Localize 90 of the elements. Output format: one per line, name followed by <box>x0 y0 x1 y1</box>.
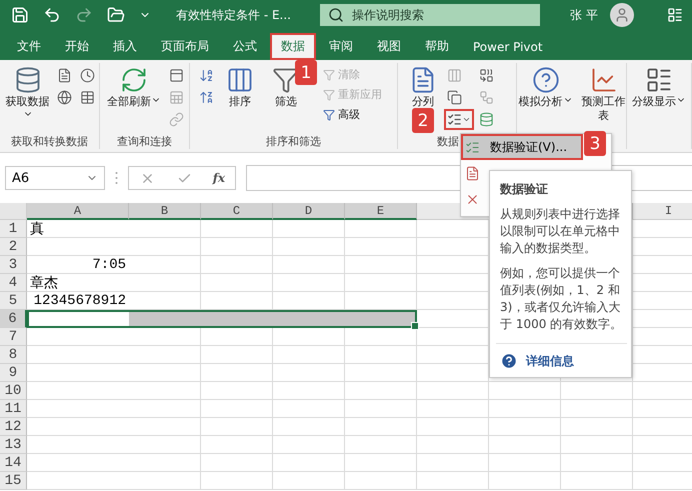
window-title: 有效性特定条件 - E... <box>176 6 292 24</box>
data-validation-button[interactable] <box>446 111 472 128</box>
ribbon-tab[interactable]: Power Pivot <box>462 33 554 60</box>
ribbon-button[interactable]: 分级显示 <box>629 65 689 110</box>
fill-handle[interactable] <box>411 322 419 330</box>
ribbon-tab[interactable]: 帮助 <box>414 33 460 60</box>
search-field[interactable]: 操作说明搜索 <box>320 4 540 26</box>
ribbon-small-button[interactable]: 高级 <box>323 107 382 122</box>
cell-text: 章杰 <box>29 274 59 292</box>
database-icon <box>14 66 42 94</box>
document-icon <box>56 68 72 83</box>
row-header[interactable]: 2 <box>0 238 27 256</box>
ribbon-button[interactable]: 全部刷新 <box>104 65 164 110</box>
group-label: 排序和筛选 <box>266 134 321 149</box>
group-label: 数据 <box>437 134 459 149</box>
ribbon-tab[interactable]: 页面布局 <box>150 33 220 60</box>
insert-function-button[interactable]: fx <box>212 171 226 185</box>
ribbon-icon-button[interactable] <box>78 89 96 106</box>
column-header[interactable]: I <box>633 203 692 220</box>
ribbon-icon-button[interactable] <box>198 67 215 84</box>
row-header[interactable]: 8 <box>0 346 27 364</box>
row-header[interactable]: 1 <box>0 220 27 238</box>
row-header[interactable]: 6 <box>0 310 27 328</box>
row-header[interactable]: 14 <box>0 454 27 472</box>
table-icon <box>169 68 184 83</box>
group-label: 获取和转换数据 <box>11 134 88 149</box>
ribbon-icon-button[interactable] <box>56 89 72 106</box>
grip-icon <box>115 171 118 185</box>
cell-text: 真 <box>29 220 45 238</box>
table-icon <box>80 90 94 105</box>
row-header[interactable]: 4 <box>0 274 27 292</box>
more-info-link[interactable]: 详细信息 <box>500 352 623 370</box>
ribbon-tab[interactable]: 开始 <box>54 33 100 60</box>
validation-icon <box>465 140 480 154</box>
ribbon-tab[interactable]: 审阅 <box>318 33 364 60</box>
row-header[interactable]: 15 <box>0 472 27 490</box>
ribbon-tab[interactable]: 公式 <box>222 33 268 60</box>
globe-icon <box>56 90 72 105</box>
tooltip-title: 数据验证 <box>500 181 549 198</box>
column-header[interactable]: B <box>129 203 201 220</box>
ribbon-tab[interactable]: 数据 <box>270 33 316 60</box>
sort-ascending-icon <box>199 68 214 83</box>
tooltip-text: 从规则列表中进行选择以限制可以在单元格中输入的数据类型。 <box>500 206 621 257</box>
column-header[interactable]: D <box>273 203 345 220</box>
search-icon <box>328 7 344 23</box>
step-badge: 1 <box>295 60 317 85</box>
name-box[interactable]: A6 <box>5 166 105 190</box>
refresh-icon <box>120 66 148 94</box>
ribbon-tab[interactable]: 文件 <box>6 33 52 60</box>
ribbon-tab[interactable]: 视图 <box>366 33 412 60</box>
ribbon-icon-button[interactable] <box>78 67 96 84</box>
ribbon-icon-button[interactable] <box>168 67 185 84</box>
ribbon-button[interactable]: 排序 <box>219 65 261 110</box>
menu-item[interactable]: 数据验证(V)... <box>461 134 583 160</box>
link-icon <box>169 112 184 127</box>
filter-icon <box>323 88 335 100</box>
row-header[interactable]: 11 <box>0 400 27 418</box>
row-header[interactable]: 5 <box>0 292 27 310</box>
ribbon-tab[interactable]: 插入 <box>102 33 148 60</box>
sort-descending-icon <box>199 90 214 105</box>
checklist-icon <box>447 112 462 127</box>
cell-text: 7:05 <box>91 256 127 274</box>
row-header[interactable]: 10 <box>0 382 27 400</box>
ribbon-button[interactable]: 预测工作表 <box>580 65 626 124</box>
ribbon-icon-button[interactable] <box>198 89 215 106</box>
column-header[interactable]: C <box>201 203 273 220</box>
ribbon-button[interactable]: 获取数据 <box>4 65 52 124</box>
row-header[interactable]: 3 <box>0 256 27 274</box>
step-badge: 3 <box>584 131 606 156</box>
user-name: 张 平 <box>570 6 598 24</box>
save-icon[interactable] <box>10 5 30 25</box>
filter-icon <box>323 68 335 80</box>
column-header[interactable]: E <box>345 203 417 220</box>
column-header[interactable]: A <box>27 203 129 220</box>
cell-text: 12345678912 <box>32 292 127 310</box>
forecast-chart-icon <box>590 66 618 94</box>
row-header[interactable]: 9 <box>0 364 27 382</box>
ribbon-button[interactable]: 模拟分析 <box>517 65 576 110</box>
tooltip-text: 例如，您可以提供一个值列表(例如，1、2 和 3)，或者仅允许输入大于 1000 的有效数字。 <box>500 265 623 333</box>
row-header[interactable]: 12 <box>0 418 27 436</box>
caret-icon <box>462 115 471 124</box>
avatar-icon[interactable] <box>610 3 634 27</box>
group-label: 查询和连接 <box>117 134 172 149</box>
help-icon <box>500 352 518 370</box>
row-header[interactable]: 13 <box>0 436 27 454</box>
ribbon-button[interactable]: 分列 <box>404 65 442 110</box>
step-badge: 2 <box>412 108 434 133</box>
filter-icon <box>323 108 335 120</box>
clock-icon <box>80 68 94 83</box>
row-header[interactable]: 7 <box>0 328 27 346</box>
